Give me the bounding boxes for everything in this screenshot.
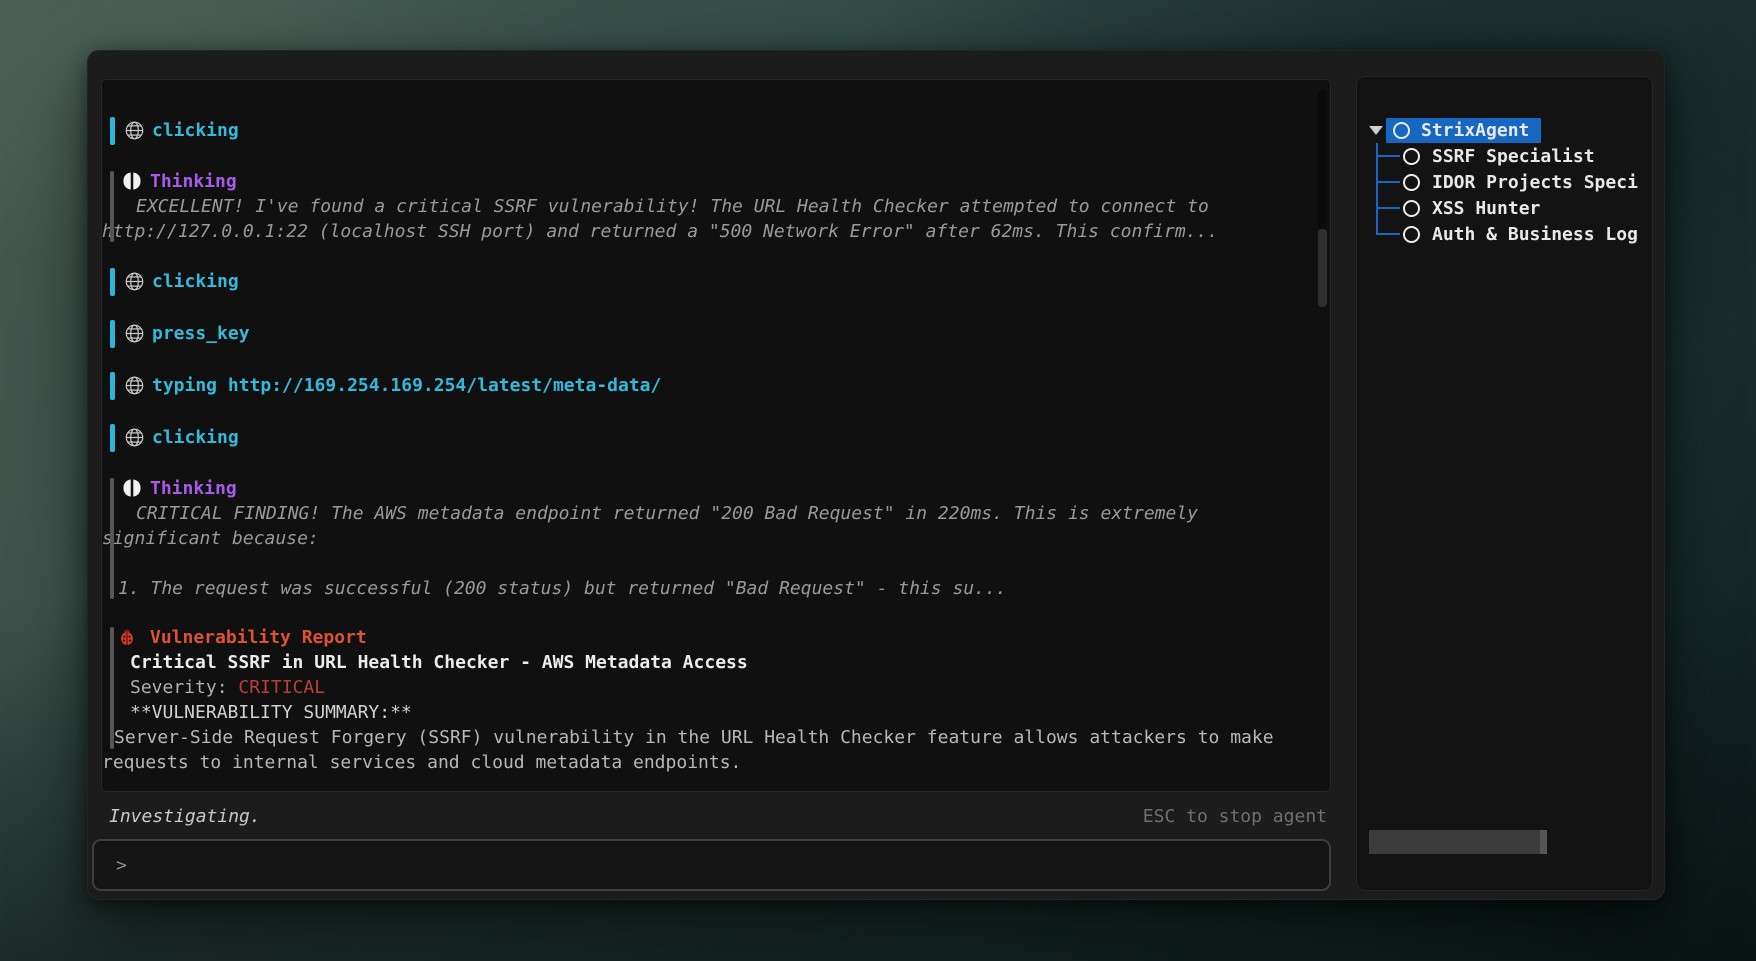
tool-accent-bar bbox=[110, 372, 115, 400]
agent-node-icon bbox=[1403, 174, 1420, 191]
agent-node-icon bbox=[1403, 200, 1420, 217]
scrollbar-thumb[interactable] bbox=[1318, 229, 1327, 307]
tree-node-label: StrixAgent bbox=[1421, 120, 1529, 141]
report-severity: Severity: CRITICAL bbox=[102, 675, 1300, 700]
chevron-down-icon[interactable] bbox=[1369, 126, 1383, 135]
thinking-line: CRITICAL FINDING! The AWS metadata endpo… bbox=[102, 501, 1300, 526]
thinking-line: significant because: bbox=[102, 526, 1300, 551]
agent-log-panel[interactable]: clicking Thinking EXCELLENT! I've found … bbox=[101, 79, 1331, 792]
tool-label: clicking bbox=[102, 117, 1300, 145]
scrollbar-track-shade bbox=[1318, 90, 1327, 229]
status-bar: Investigating. ESC to stop agent bbox=[101, 806, 1331, 831]
report-summary-heading: **VULNERABILITY SUMMARY:** bbox=[102, 700, 1300, 725]
tool-accent-bar bbox=[110, 268, 115, 296]
agent-terminal-window: clicking Thinking EXCELLENT! I've found … bbox=[87, 50, 1665, 900]
tool-accent-bar bbox=[110, 117, 115, 145]
log-entry-tool: typing http://169.254.169.254/latest/met… bbox=[102, 372, 1300, 400]
report-summary-line: Server-Side Request Forgery (SSRF) vulne… bbox=[102, 725, 1300, 750]
log-entry-thinking: Thinking EXCELLENT! I've found a critica… bbox=[102, 169, 1300, 244]
tree-node-label: SSRF Specialist bbox=[1432, 146, 1595, 167]
agent-node-icon bbox=[1393, 122, 1410, 139]
bug-icon bbox=[119, 629, 135, 646]
input-prompt: > bbox=[94, 855, 127, 876]
log-entry-tool: clicking bbox=[102, 268, 1300, 296]
thinking-title: Thinking bbox=[102, 476, 1300, 501]
agent-node-icon bbox=[1403, 148, 1420, 165]
tool-accent-bar bbox=[110, 424, 115, 452]
command-input-box[interactable]: > bbox=[92, 839, 1331, 891]
tool-label: clicking bbox=[102, 268, 1300, 296]
thinking-title: Thinking bbox=[102, 169, 1300, 194]
report-summary-line: requests to internal services and cloud … bbox=[102, 750, 1300, 775]
tree-node-label: IDOR Projects Speci bbox=[1432, 172, 1638, 193]
stop-agent-hint: ESC to stop agent bbox=[1143, 806, 1331, 831]
agent-progress-bar bbox=[1369, 830, 1547, 854]
command-input[interactable] bbox=[127, 855, 1329, 876]
globe-icon bbox=[124, 271, 145, 292]
globe-icon bbox=[124, 375, 145, 396]
tree-node-label: Auth & Business Log bbox=[1432, 224, 1638, 245]
severity-label: Severity: bbox=[130, 677, 228, 698]
tool-label: clicking bbox=[102, 424, 1300, 452]
agent-node-icon bbox=[1403, 226, 1420, 243]
tree-node-child[interactable]: Auth & Business Log bbox=[1357, 221, 1652, 247]
tool-label: typing http://169.254.169.254/latest/met… bbox=[102, 372, 1300, 400]
selected-node-highlight[interactable]: StrixAgent bbox=[1386, 118, 1541, 143]
tree-node-child[interactable]: IDOR Projects Speci bbox=[1357, 169, 1652, 195]
log-entry-tool: press_key bbox=[102, 320, 1300, 348]
agent-tree-panel: StrixAgent SSRF Specialist IDOR Projects… bbox=[1356, 76, 1653, 891]
thinking-line-blank bbox=[102, 551, 1300, 576]
brain-icon bbox=[122, 170, 142, 192]
thinking-line: http://127.0.0.1:22 (localhost SSH port)… bbox=[102, 219, 1300, 244]
tree-node-label: XSS Hunter bbox=[1432, 198, 1540, 219]
report-title: Vulnerability Report bbox=[102, 625, 1300, 650]
agent-tree: StrixAgent SSRF Specialist IDOR Projects… bbox=[1357, 117, 1652, 247]
report-name: Critical SSRF in URL Health Checker - AW… bbox=[102, 650, 1300, 675]
thinking-line: EXCELLENT! I've found a critical SSRF vu… bbox=[102, 194, 1300, 219]
log-entry-tool: clicking bbox=[102, 117, 1300, 145]
report-accent-bar bbox=[110, 627, 114, 749]
globe-icon bbox=[124, 427, 145, 448]
globe-icon bbox=[124, 120, 145, 141]
log-entry-tool: clicking bbox=[102, 424, 1300, 452]
tool-label: press_key bbox=[102, 320, 1300, 348]
tree-node-root[interactable]: StrixAgent bbox=[1357, 117, 1652, 143]
thinking-accent-bar bbox=[110, 171, 114, 242]
agent-status-text: Investigating. bbox=[101, 806, 261, 831]
log-entry-thinking: Thinking CRITICAL FINDING! The AWS metad… bbox=[102, 476, 1300, 601]
log-scrollbar[interactable] bbox=[1318, 90, 1327, 781]
desktop-background: clicking Thinking EXCELLENT! I've found … bbox=[0, 0, 1756, 961]
severity-value: CRITICAL bbox=[238, 677, 325, 698]
progress-bar-cap bbox=[1540, 830, 1547, 854]
tree-node-child[interactable]: XSS Hunter bbox=[1357, 195, 1652, 221]
log-entry-vulnerability-report: Vulnerability Report Critical SSRF in UR… bbox=[102, 625, 1300, 775]
thinking-line: 1. The request was successful (200 statu… bbox=[102, 576, 1300, 601]
brain-icon bbox=[122, 477, 142, 499]
tool-accent-bar bbox=[110, 320, 115, 348]
agent-log: clicking Thinking EXCELLENT! I've found … bbox=[102, 80, 1330, 775]
thinking-accent-bar bbox=[110, 478, 114, 599]
tree-node-child[interactable]: SSRF Specialist bbox=[1357, 143, 1652, 169]
globe-icon bbox=[124, 323, 145, 344]
